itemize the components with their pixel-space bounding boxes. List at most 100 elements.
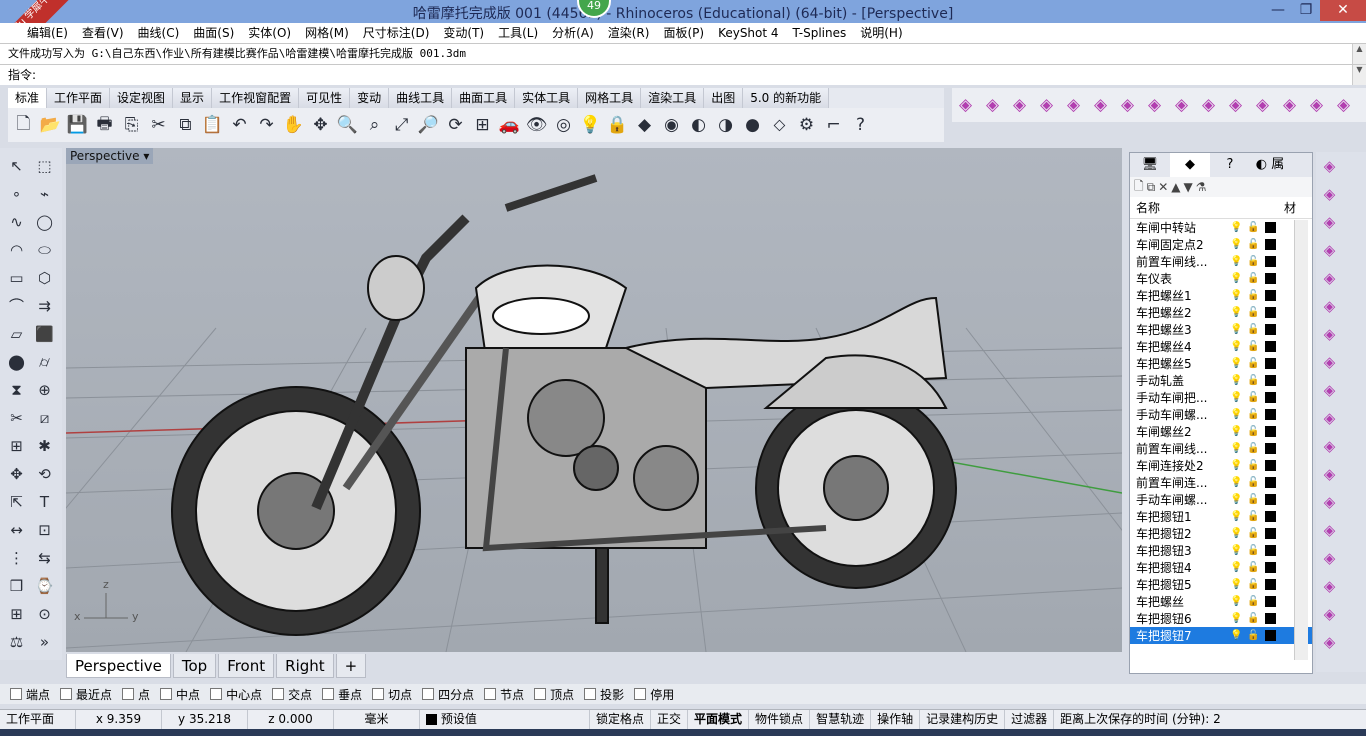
toolbar-tab-0[interactable]: 标准 bbox=[8, 88, 48, 108]
layer-color-swatch[interactable] bbox=[1265, 307, 1276, 318]
snap-icon[interactable]: ⌐ bbox=[820, 112, 847, 139]
layer-row[interactable]: 车把螺丝 💡 🔓 bbox=[1130, 593, 1312, 610]
ts-insert-icon[interactable]: ◈ bbox=[1276, 92, 1303, 119]
lightbulb-icon[interactable]: 💡 bbox=[1228, 630, 1245, 641]
osnap-checkbox[interactable] bbox=[160, 688, 173, 700]
menu-item-3[interactable]: 曲面(S) bbox=[186, 23, 241, 43]
viewport-tab-2[interactable]: Front bbox=[218, 654, 275, 678]
grid-snap-toggle[interactable]: 锁定格点 bbox=[590, 710, 652, 729]
ts-tool-0-icon[interactable]: ◈ bbox=[1316, 152, 1343, 179]
unlock-icon[interactable]: 🔓 bbox=[1245, 222, 1262, 233]
toolbar-tab-1[interactable]: 工作平面 bbox=[47, 88, 111, 108]
layer-row[interactable]: 手动车闸螺... 💡 🔓 bbox=[1130, 491, 1312, 508]
layer-color-swatch[interactable] bbox=[1265, 443, 1276, 454]
lightbulb-icon[interactable]: 💡 bbox=[1228, 341, 1245, 352]
array-icon[interactable]: ⋮ bbox=[3, 544, 30, 571]
lightbulb-icon[interactable]: 💡 bbox=[1228, 579, 1245, 590]
osnap-option[interactable]: 端点 bbox=[10, 686, 50, 703]
zoom-icon[interactable]: 🔍 bbox=[334, 112, 361, 139]
layer-row[interactable]: 车把摁钮1 💡 🔓 bbox=[1130, 508, 1312, 525]
options-icon[interactable]: ⚙ bbox=[793, 112, 820, 139]
split-icon[interactable]: ⧄ bbox=[31, 404, 58, 431]
ts-tool-13-icon[interactable]: ◈ bbox=[1316, 516, 1343, 543]
move-up-icon[interactable]: ▲ bbox=[1171, 180, 1180, 194]
layer-icon[interactable]: ◆ bbox=[631, 112, 658, 139]
viewport-tab-3[interactable]: Right bbox=[276, 654, 334, 678]
layer-row[interactable]: 车把摁钮5 💡 🔓 bbox=[1130, 576, 1312, 593]
osnap-checkbox[interactable] bbox=[322, 688, 335, 700]
menu-item-6[interactable]: 尺寸标注(D) bbox=[356, 23, 437, 43]
ts-tool-16-icon[interactable]: ◈ bbox=[1316, 600, 1343, 627]
toolbar-tab-12[interactable]: 出图 bbox=[704, 88, 744, 108]
maximize-button[interactable]: ❐ bbox=[1292, 0, 1320, 21]
unlock-icon[interactable]: 🔓 bbox=[1245, 409, 1262, 420]
layer-row[interactable]: 手动轧盖 💡 🔓 bbox=[1130, 372, 1312, 389]
column-material[interactable]: 材 bbox=[1284, 199, 1296, 216]
lightbulb-icon[interactable]: 💡 bbox=[1228, 562, 1245, 573]
ts-pipe-icon[interactable]: ◈ bbox=[1168, 92, 1195, 119]
menu-item-11[interactable]: 面板(P) bbox=[656, 23, 711, 43]
lightbulb-icon[interactable]: 💡 bbox=[1228, 596, 1245, 607]
toolbar-tab-10[interactable]: 网格工具 bbox=[578, 88, 642, 108]
ts-sphere-icon[interactable]: ◈ bbox=[1114, 92, 1141, 119]
unlock-icon[interactable]: 🔓 bbox=[1245, 443, 1262, 454]
osnap-checkbox[interactable] bbox=[210, 688, 223, 700]
ts-weld-icon[interactable]: ◈ bbox=[1195, 92, 1222, 119]
osnap-checkbox[interactable] bbox=[272, 688, 285, 700]
close-button[interactable]: ✕ bbox=[1320, 0, 1366, 21]
layer-color-swatch[interactable] bbox=[1265, 494, 1276, 505]
layer-row[interactable]: 车把螺丝1 💡 🔓 bbox=[1130, 287, 1312, 304]
cut-icon[interactable]: ✂ bbox=[145, 112, 172, 139]
select-icon[interactable]: ↖ bbox=[3, 152, 30, 179]
rotate-icon[interactable]: ⟲ bbox=[31, 460, 58, 487]
viewport-tab-4[interactable]: + bbox=[335, 654, 367, 678]
mirror-icon[interactable]: ⇆ bbox=[31, 544, 58, 571]
planar-toggle[interactable]: 平面模式 bbox=[688, 710, 750, 729]
osnap-checkbox[interactable] bbox=[634, 688, 647, 700]
paste-icon[interactable]: 📋 bbox=[199, 112, 226, 139]
unlock-icon[interactable]: 🔓 bbox=[1245, 273, 1262, 284]
offset-icon[interactable]: ⇉ bbox=[31, 292, 58, 319]
unlock-icon[interactable]: 🔓 bbox=[1245, 290, 1262, 301]
unlock-icon[interactable]: 🔓 bbox=[1245, 596, 1262, 607]
menu-item-0[interactable]: 编辑(E) bbox=[20, 23, 75, 43]
ts-cylinder-icon[interactable]: ◈ bbox=[1006, 92, 1033, 119]
lightbulb-icon[interactable]: 💡 bbox=[1228, 273, 1245, 284]
lightbulb-icon[interactable]: 💡 bbox=[1228, 545, 1245, 556]
layer-list-scrollbar[interactable] bbox=[1294, 220, 1308, 660]
loft-icon[interactable]: ⧗ bbox=[3, 376, 30, 403]
toolbar-tab-6[interactable]: 变动 bbox=[350, 88, 390, 108]
ts-tool-14-icon[interactable]: ◈ bbox=[1316, 544, 1343, 571]
ellipse-icon[interactable]: ⬭ bbox=[31, 236, 58, 263]
ts-mode-icon[interactable]: ◈ bbox=[1330, 92, 1357, 119]
layer-row[interactable]: 车闸固定点2 💡 🔓 bbox=[1130, 236, 1312, 253]
osnap-option[interactable]: 顶点 bbox=[534, 686, 574, 703]
ts-tool-8-icon[interactable]: ◈ bbox=[1316, 376, 1343, 403]
four-view-icon[interactable]: ⊞ bbox=[469, 112, 496, 139]
layer-color-swatch[interactable] bbox=[1265, 409, 1276, 420]
layer-row[interactable]: 手动车闸螺... 💡 🔓 bbox=[1130, 406, 1312, 423]
curve-icon[interactable]: ∿ bbox=[3, 208, 30, 235]
menu-item-12[interactable]: KeyShot 4 bbox=[711, 23, 785, 43]
shade-icon[interactable]: ◐ bbox=[685, 112, 712, 139]
lightbulb-icon[interactable]: 💡 bbox=[1228, 256, 1245, 267]
layer-row[interactable]: 车把摁钮3 💡 🔓 bbox=[1130, 542, 1312, 559]
layer-row[interactable]: 车把螺丝5 💡 🔓 bbox=[1130, 355, 1312, 372]
text-icon[interactable]: T bbox=[31, 488, 58, 515]
menu-item-7[interactable]: 变动(T) bbox=[436, 23, 491, 43]
unlock-icon[interactable]: 🔓 bbox=[1245, 392, 1262, 403]
layer-color-swatch[interactable] bbox=[1265, 290, 1276, 301]
viewport-tab-1[interactable]: Top bbox=[172, 654, 217, 678]
lightbulb-icon[interactable]: 💡 bbox=[1228, 528, 1245, 539]
lightbulb-icon[interactable]: 💡 bbox=[1228, 426, 1245, 437]
ts-bridge-icon[interactable]: ◈ bbox=[1222, 92, 1249, 119]
toolbar-tab-13[interactable]: 5.0 的新功能 bbox=[743, 88, 830, 108]
command-prompt[interactable]: 指令: bbox=[0, 64, 1366, 85]
lightbulb-icon[interactable]: 💡 bbox=[1228, 290, 1245, 301]
osnap-toggle[interactable]: 物件锁点 bbox=[749, 710, 811, 729]
fillet-icon[interactable]: ⌒ bbox=[3, 292, 30, 319]
layer-row[interactable]: 车闸连接处2 💡 🔓 bbox=[1130, 457, 1312, 474]
group-icon[interactable]: ⊡ bbox=[31, 516, 58, 543]
polygon-icon[interactable]: ⬡ bbox=[31, 264, 58, 291]
lightbulb-icon[interactable]: 💡 bbox=[1228, 494, 1245, 505]
